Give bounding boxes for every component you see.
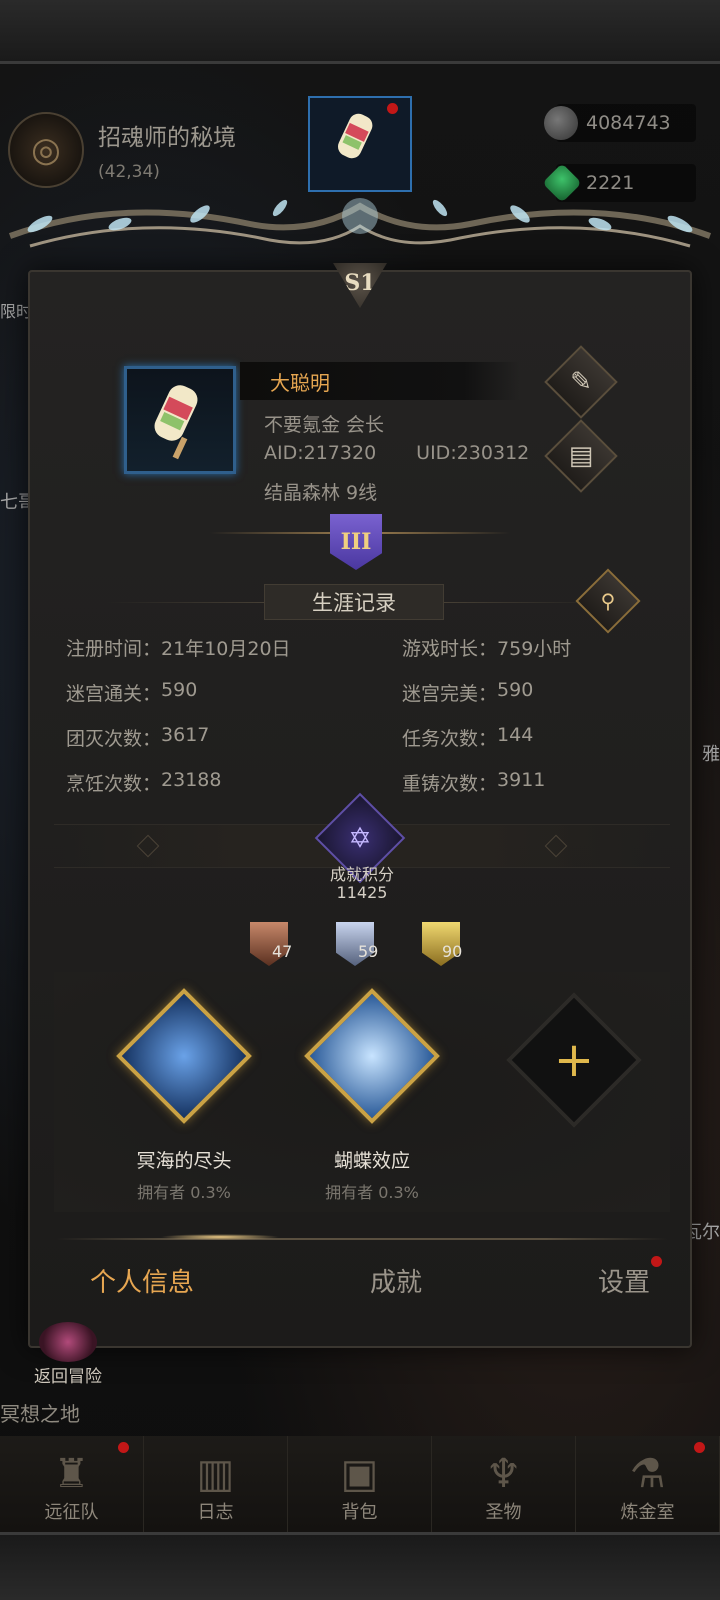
plus-icon: +	[553, 1032, 595, 1088]
return-adventure-label: 返回冒险	[34, 1367, 102, 1387]
quill-icon: ✎	[570, 367, 592, 397]
vortex-achievement-icon	[116, 988, 252, 1124]
active-tab-glow	[160, 1234, 280, 1240]
nav-relic[interactable]: ♆ 圣物	[432, 1436, 576, 1532]
tab-personal-info[interactable]: 个人信息	[90, 1262, 194, 1299]
stone-value: 4084743	[586, 112, 671, 134]
return-adventure-button[interactable]: 返回冒险	[34, 1322, 102, 1387]
side-label-right[interactable]: 雅	[702, 740, 720, 766]
scroll-icon: ▥	[196, 1451, 235, 1497]
document-icon: ▤	[568, 441, 594, 471]
panel-tabs: 个人信息 成就 设置	[90, 1256, 662, 1299]
achievement-points-label: 成就积分	[329, 865, 394, 884]
stat-maze-perfect: 迷宫完美： 590	[402, 679, 534, 705]
nav-alchemy[interactable]: ⚗ 炼金室	[576, 1436, 720, 1532]
nav-journal[interactable]: ▥ 日志	[144, 1436, 288, 1532]
bottom-frame	[0, 1532, 720, 1600]
location-emblem-icon: ◎	[8, 112, 84, 188]
gem-value: 2221	[586, 172, 635, 194]
career-search-button[interactable]: ⚲	[575, 568, 641, 634]
player-ids: AID:217320 UID:230312	[264, 442, 529, 464]
nav-backpack[interactable]: ▣ 背包	[288, 1436, 432, 1532]
nav-alchemy-label: 炼金室	[620, 1502, 675, 1523]
add-achievement-slot[interactable]: +	[506, 992, 642, 1128]
resource-stone[interactable]: 4084743	[544, 104, 696, 142]
location-title: 招魂师的秘境	[98, 125, 236, 151]
silver-count: 59	[358, 942, 379, 961]
rank-badge[interactable]: III	[330, 514, 382, 570]
popsicle-icon	[338, 113, 373, 159]
achievement-owners: 拥有者 0.3%	[325, 1183, 419, 1202]
achievement-points-value: 11425	[336, 883, 388, 902]
resource-gem[interactable]: 2221	[542, 163, 696, 203]
nav-expedition[interactable]: ♜ 远征队	[0, 1436, 144, 1532]
butterfly-achievement-icon	[304, 988, 440, 1124]
player-avatar[interactable]	[124, 366, 236, 474]
star-icon: ✡	[348, 821, 372, 855]
stat-play-time: 游戏时长： 759小时	[402, 638, 572, 660]
game-screen: ◎ 招魂师的秘境 (42,34) 4084743 2221 限时 七哥 雅 瓦尔…	[0, 0, 720, 1600]
nav-relic-label: 圣物	[485, 1502, 522, 1523]
stat-cooking: 烹饪次数： 23188	[66, 769, 222, 795]
stat-maze-clear: 迷宫通关： 590	[66, 679, 198, 705]
achievement-card[interactable]: 蝴蝶效应 拥有者 0.3%	[282, 988, 462, 1203]
achievement-showcase: 冥海的尽头 拥有者 0.3% 蝴蝶效应 拥有者 0.3% +	[54, 972, 670, 1212]
location-info[interactable]: ◎ 招魂师的秘境 (42,34)	[8, 112, 236, 188]
notification-dot	[694, 1442, 705, 1453]
achievement-points: 成就积分 11425	[30, 866, 694, 902]
top-frame	[0, 0, 720, 64]
achievement-name: 蝴蝶效应	[333, 1150, 410, 1172]
career-title: 生涯记录	[264, 584, 444, 620]
guild-line: 不要氪金 会长	[264, 414, 385, 436]
gold-count: 90	[442, 942, 463, 961]
tab-achievements[interactable]: 成就	[370, 1262, 422, 1299]
viking-helmet-icon: ♜	[53, 1451, 90, 1497]
achievement-name: 冥海的尽头	[136, 1150, 232, 1172]
nav-backpack-label: 背包	[341, 1502, 378, 1523]
profile-panel: 大聪明 不要氪金 会长 AID:217320 UID:230312 结晶森林 9…	[28, 270, 692, 1348]
notification-dot	[650, 1256, 662, 1267]
achievement-owners: 拥有者 0.3%	[137, 1183, 231, 1202]
zone-label: 冥想之地	[0, 1402, 80, 1426]
career-stats: 注册时间： 21年10月20日 游戏时长： 759小时 迷宫通关： 590 迷宫完美：…	[66, 634, 666, 796]
bottom-nav: ♜ 远征队 ▥ 日志 ▣ 背包 ♆ 圣物 ⚗ 炼金室	[0, 1436, 720, 1532]
stone-icon	[544, 106, 578, 140]
tab-settings[interactable]: 设置	[597, 1256, 662, 1299]
player-server: 结晶森林 9线	[264, 482, 378, 504]
magnifier-icon: ⚲	[600, 589, 616, 613]
notes-button[interactable]: ▤	[544, 419, 618, 493]
backpack-icon: ▣	[340, 1451, 379, 1497]
stat-register-time: 注册时间： 21年10月20日	[66, 638, 291, 660]
stat-reforge: 重铸次数： 3911	[402, 769, 546, 795]
popsicle-icon	[154, 385, 198, 460]
stat-quests: 任务次数： 144	[402, 724, 534, 750]
alchemy-icon: ⚗	[629, 1451, 666, 1497]
player-aid: AID:217320	[264, 442, 377, 464]
relic-icon: ♆	[485, 1451, 522, 1497]
notification-dot	[387, 103, 398, 114]
nav-expedition-label: 远征队	[44, 1502, 99, 1523]
bronze-count: 47	[272, 942, 293, 961]
location-coords: (42,34)	[98, 162, 160, 182]
tabs-divider	[56, 1238, 668, 1240]
portal-icon	[39, 1322, 97, 1362]
notification-dot	[118, 1442, 129, 1453]
stat-team-wipe: 团灭次数： 3617	[66, 724, 210, 750]
player-name: 大聪明	[270, 370, 330, 395]
player-name-bar: 大聪明	[240, 362, 520, 400]
nav-journal-label: 日志	[197, 1502, 234, 1523]
edit-name-button[interactable]: ✎	[544, 345, 618, 419]
tab-settings-label: 设置	[597, 1268, 650, 1298]
achievement-card[interactable]: 冥海的尽头 拥有者 0.3%	[94, 988, 274, 1203]
player-uid: UID:230312	[416, 442, 530, 464]
